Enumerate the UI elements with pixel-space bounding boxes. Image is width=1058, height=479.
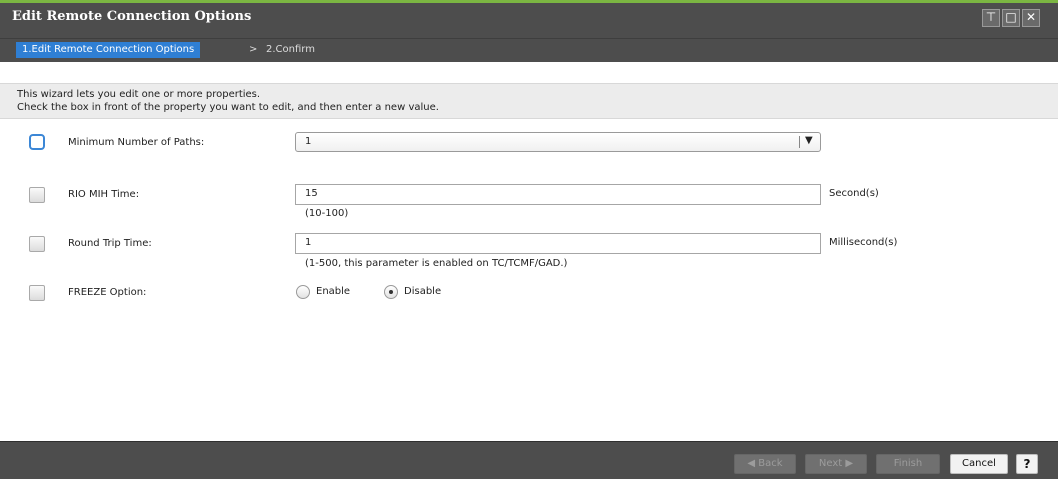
freeze-disable-label: Disable <box>404 286 442 297</box>
round-trip-checkbox[interactable] <box>29 236 45 252</box>
intro-line-2: Check the box in front of the property y… <box>17 102 439 113</box>
rio-mih-label: RIO MIH Time: <box>68 189 140 200</box>
next-button[interactable]: Next ▶ <box>805 454 867 474</box>
wizard-steps: 1.Edit Remote Connection Options > 2.Con… <box>0 38 1058 62</box>
cancel-button[interactable]: Cancel <box>950 454 1008 474</box>
freeze-checkbox[interactable] <box>29 285 45 301</box>
close-icon[interactable]: ✕ <box>1022 9 1040 27</box>
maximize-icon[interactable]: □ <box>1002 9 1020 27</box>
freeze-enable-label: Enable <box>316 286 351 297</box>
round-trip-input[interactable]: 1 <box>295 233 821 254</box>
select-divider <box>799 136 800 148</box>
finish-button[interactable]: Finish <box>876 454 940 474</box>
freeze-enable-radio[interactable] <box>296 285 310 299</box>
pin-icon[interactable]: ⊤ <box>982 9 1000 27</box>
rio-mih-checkbox[interactable] <box>29 187 45 203</box>
chevron-down-icon[interactable]: ▼ <box>805 135 813 146</box>
intro-text: This wizard lets you edit one or more pr… <box>0 83 1058 119</box>
round-trip-label: Round Trip Time: <box>68 238 152 249</box>
back-button[interactable]: ◀ Back <box>734 454 796 474</box>
min-paths-label: Minimum Number of Paths: <box>68 137 205 148</box>
rio-mih-hint: (10-100) <box>305 208 349 219</box>
step-separator: > <box>249 44 258 55</box>
step-confirm: 2.Confirm <box>266 44 315 55</box>
wizard-footer: ◀ Back Next ▶ Finish Cancel ? <box>0 441 1058 479</box>
min-paths-select[interactable]: 1 ▼ <box>295 132 821 152</box>
min-paths-checkbox[interactable] <box>29 134 45 150</box>
freeze-label: FREEZE Option: <box>68 287 147 298</box>
rio-mih-input[interactable]: 15 <box>295 184 821 205</box>
step-edit-options: 1.Edit Remote Connection Options <box>16 42 201 58</box>
intro-line-1: This wizard lets you edit one or more pr… <box>17 89 261 100</box>
round-trip-hint: (1-500, this parameter is enabled on TC/… <box>305 258 568 269</box>
freeze-disable-radio[interactable] <box>384 285 398 299</box>
window-title: Edit Remote Connection Options <box>12 9 252 24</box>
min-paths-value: 1 <box>305 136 312 147</box>
round-trip-unit: Millisecond(s) <box>829 237 898 248</box>
help-button[interactable]: ? <box>1016 454 1038 474</box>
rio-mih-unit: Second(s) <box>829 188 879 199</box>
title-bar: Edit Remote Connection Options ⊤ □ ✕ <box>0 0 1058 38</box>
